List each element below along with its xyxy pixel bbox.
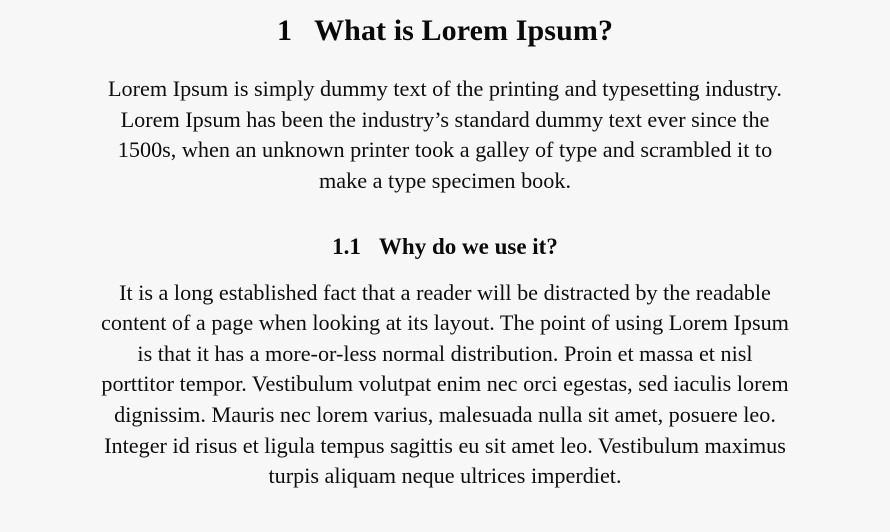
paragraph-line: Lorem Ipsum has been the industry’s stan…	[120, 106, 770, 132]
paragraph-line: Lorem Ipsum is simply dummy text of the …	[108, 76, 782, 101]
document-page: 1 What is Lorem Ipsum? Lorem Ipsum is sim…	[0, 0, 890, 532]
subsection-heading-1-1: 1.1 Why do we use it?	[0, 234, 890, 259]
section-number: 1	[276, 14, 293, 47]
section-title: What is Lorem Ipsum?	[314, 14, 614, 47]
paragraph-line: turpis aliquam neque ultrices imperdiet.	[268, 463, 622, 489]
section-heading-1: 1 What is Lorem Ipsum?	[0, 0, 890, 47]
section-paragraph: Lorem Ipsum is simply dummy text of the …	[9, 74, 881, 196]
paragraph-line: It is a long established fact that a rea…	[119, 279, 771, 305]
paragraph-line: content of a page when looking at its la…	[101, 310, 789, 336]
paragraph-line: make a type specimen book.	[319, 167, 571, 193]
vertical-spacer	[0, 196, 890, 234]
paragraph-line: dignissim. Mauris nec lorem varius, male…	[114, 402, 776, 428]
paragraph-line: is that it has a more-or-less normal dis…	[137, 340, 753, 366]
paragraph-line: Integer id risus et ligula tempus sagitt…	[104, 432, 786, 458]
subsection-number: 1.1	[332, 234, 361, 260]
paragraph-line: porttitor tempor. Vestibulum volutpat en…	[101, 371, 789, 397]
subsection-paragraph: It is a long established fact that a rea…	[5, 278, 885, 492]
subsection-title: Why do we use it?	[378, 234, 558, 260]
paragraph-line: 1500s, when an unknown printer took a ga…	[117, 137, 773, 163]
